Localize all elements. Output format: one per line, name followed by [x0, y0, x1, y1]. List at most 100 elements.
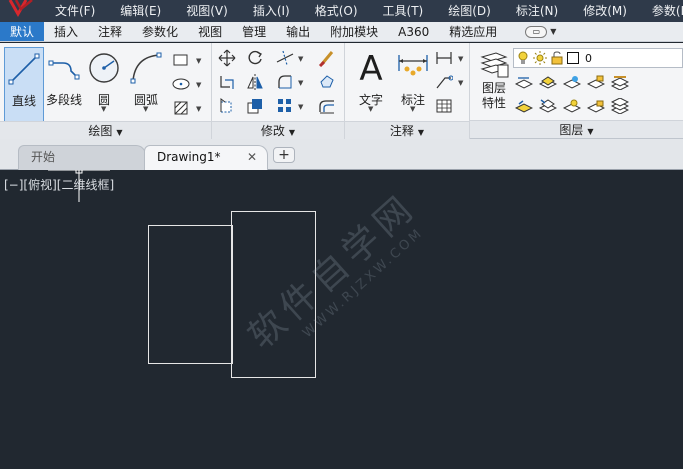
- menu-view[interactable]: 视图(V): [173, 0, 240, 22]
- ellipse-button[interactable]: [170, 73, 192, 95]
- text-button[interactable]: A 文字 ▼: [351, 47, 391, 123]
- tab-a360[interactable]: A360: [388, 22, 439, 41]
- layer-lock-button[interactable]: [585, 71, 607, 93]
- menu-modify[interactable]: 修改(M): [570, 0, 639, 22]
- menu-insert[interactable]: 插入(I): [240, 0, 302, 22]
- layer-thaw-icon: [563, 99, 581, 113]
- line-button[interactable]: 直线: [4, 47, 44, 123]
- layer-isolate-icon: [539, 76, 557, 89]
- move-button[interactable]: [216, 47, 238, 69]
- make-current-button[interactable]: [513, 95, 535, 117]
- annotation-panel-title[interactable]: 注释 ▼: [345, 121, 469, 139]
- explode-button[interactable]: [316, 71, 338, 93]
- array-button[interactable]: [274, 95, 296, 117]
- dimension-button[interactable]: 标注 ▼: [393, 47, 433, 123]
- color-swatch-icon: [567, 52, 579, 64]
- chevron-down-icon[interactable]: ▼: [196, 81, 201, 89]
- linear-dimension-icon: [436, 52, 452, 64]
- chevron-down-icon[interactable]: ▼: [143, 105, 148, 113]
- trim-button[interactable]: [274, 47, 296, 69]
- rectangle-button[interactable]: [170, 49, 192, 71]
- leader-button[interactable]: [433, 71, 455, 93]
- layer-match-button[interactable]: [609, 71, 631, 93]
- ribbon-minimize-toggle[interactable]: ▭ ▼: [525, 22, 556, 41]
- modify-panel-title[interactable]: 修改 ▼: [212, 121, 344, 139]
- layer-properties-button[interactable]: 图层 特性: [474, 47, 514, 123]
- menu-edit[interactable]: 编辑(E): [107, 0, 173, 22]
- chevron-down-icon[interactable]: ▼: [196, 105, 201, 113]
- text-icon: A: [352, 49, 390, 87]
- layer-walk-button[interactable]: [609, 95, 631, 117]
- layer-freeze-button[interactable]: [561, 71, 583, 93]
- tab-output[interactable]: 输出: [276, 22, 320, 41]
- layer-previous-button[interactable]: [537, 95, 559, 117]
- drawing1-tab[interactable]: Drawing1* ✕: [144, 145, 268, 170]
- polyline-button[interactable]: 多段线: [44, 47, 84, 123]
- tab-insert[interactable]: 插入: [44, 22, 88, 41]
- start-tab[interactable]: 开始: [18, 145, 146, 170]
- chevron-down-icon[interactable]: ▼: [410, 105, 415, 113]
- chevron-down-icon[interactable]: ▼: [368, 105, 373, 113]
- menu-tools[interactable]: 工具(T): [370, 0, 436, 22]
- menu-draw[interactable]: 绘图(D): [435, 0, 503, 22]
- circle-icon: [85, 49, 123, 87]
- mirror-button[interactable]: [244, 71, 266, 93]
- table-button[interactable]: [433, 95, 455, 117]
- chevron-down-icon[interactable]: ▼: [298, 103, 303, 111]
- tab-view[interactable]: 视图: [188, 22, 232, 41]
- menu-file[interactable]: 文件(F): [42, 0, 107, 22]
- explode-icon: [320, 75, 334, 88]
- arc-button[interactable]: 圆弧 ▼: [126, 47, 166, 123]
- tab-addins[interactable]: 附加模块: [320, 22, 388, 41]
- offset-button[interactable]: [316, 95, 338, 117]
- tab-annotate[interactable]: 注释: [88, 22, 132, 41]
- tab-manage[interactable]: 管理: [232, 22, 276, 41]
- menu-format[interactable]: 格式(O): [302, 0, 370, 22]
- layer-freeze-icon: [563, 76, 581, 89]
- menu-bar: 文件(F) 编辑(E) 视图(V) 插入(I) 格式(O) 工具(T) 绘图(D…: [0, 0, 683, 22]
- rotate-button[interactable]: [244, 47, 266, 69]
- layer-properties-label-1: 图层: [481, 81, 506, 95]
- layer-unlock-button[interactable]: [585, 95, 607, 117]
- rotate-icon: [248, 50, 262, 65]
- tab-parametric[interactable]: 参数化: [132, 22, 188, 41]
- layer-dropdown[interactable]: 0: [513, 48, 683, 68]
- ribbon-panel-area: 直线 多段线 圆 ▼ 圆弧 ▼ ▼ ▼ ▼ 绘图 ▼ ▼ ▼ ▼ 修改 ▼ A …: [0, 43, 683, 139]
- chevron-down-icon[interactable]: ▼: [298, 55, 303, 63]
- drawing-canvas[interactable]: [−][俯视][二维线框] 软件自学网 WWW.RJZXW.COM: [0, 170, 683, 469]
- fillet-button[interactable]: [274, 71, 296, 93]
- menu-parameters[interactable]: 参数(P): [639, 0, 683, 22]
- circle-button[interactable]: 圆 ▼: [84, 47, 124, 123]
- layer-thaw-button[interactable]: [561, 95, 583, 117]
- autocad-logo-icon[interactable]: [0, 0, 42, 22]
- draw-panel-title[interactable]: 绘图 ▼: [0, 121, 211, 139]
- viewport-controls-label[interactable]: [−][俯视][二维线框]: [4, 176, 114, 193]
- new-tab-button[interactable]: +: [273, 147, 295, 163]
- chevron-down-icon[interactable]: ▼: [298, 79, 303, 87]
- stretch-button[interactable]: [216, 95, 238, 117]
- dimension-icon: [394, 49, 432, 87]
- tab-featured-apps[interactable]: 精选应用: [439, 22, 507, 41]
- scale-button[interactable]: [244, 95, 266, 117]
- menu-dimension[interactable]: 标注(N): [503, 0, 570, 22]
- close-icon[interactable]: ✕: [247, 146, 257, 169]
- tab-default[interactable]: 默认: [0, 22, 45, 41]
- chevron-down-icon[interactable]: ▼: [458, 55, 463, 63]
- hatch-button[interactable]: [170, 97, 192, 119]
- chevron-down-icon[interactable]: ▼: [458, 79, 463, 87]
- layer-unlock-icon: [587, 100, 605, 113]
- layers-panel-title[interactable]: 图层 ▼: [470, 120, 683, 138]
- layer-tools: [513, 71, 683, 119]
- copy-button[interactable]: [216, 71, 238, 93]
- layer-properties-icon: [475, 49, 513, 79]
- line-label: 直线: [11, 94, 36, 108]
- linear-dimension-button[interactable]: [433, 47, 455, 69]
- erase-button[interactable]: [316, 47, 338, 69]
- chevron-down-icon[interactable]: ▼: [196, 57, 201, 65]
- trim-icon: [276, 50, 294, 66]
- layer-isolate-button[interactable]: [537, 71, 559, 93]
- layer-off-icon: [515, 77, 533, 89]
- layer-off-button[interactable]: [513, 71, 535, 93]
- chevron-down-icon[interactable]: ▼: [101, 105, 106, 113]
- left-rectangle[interactable]: [148, 225, 233, 364]
